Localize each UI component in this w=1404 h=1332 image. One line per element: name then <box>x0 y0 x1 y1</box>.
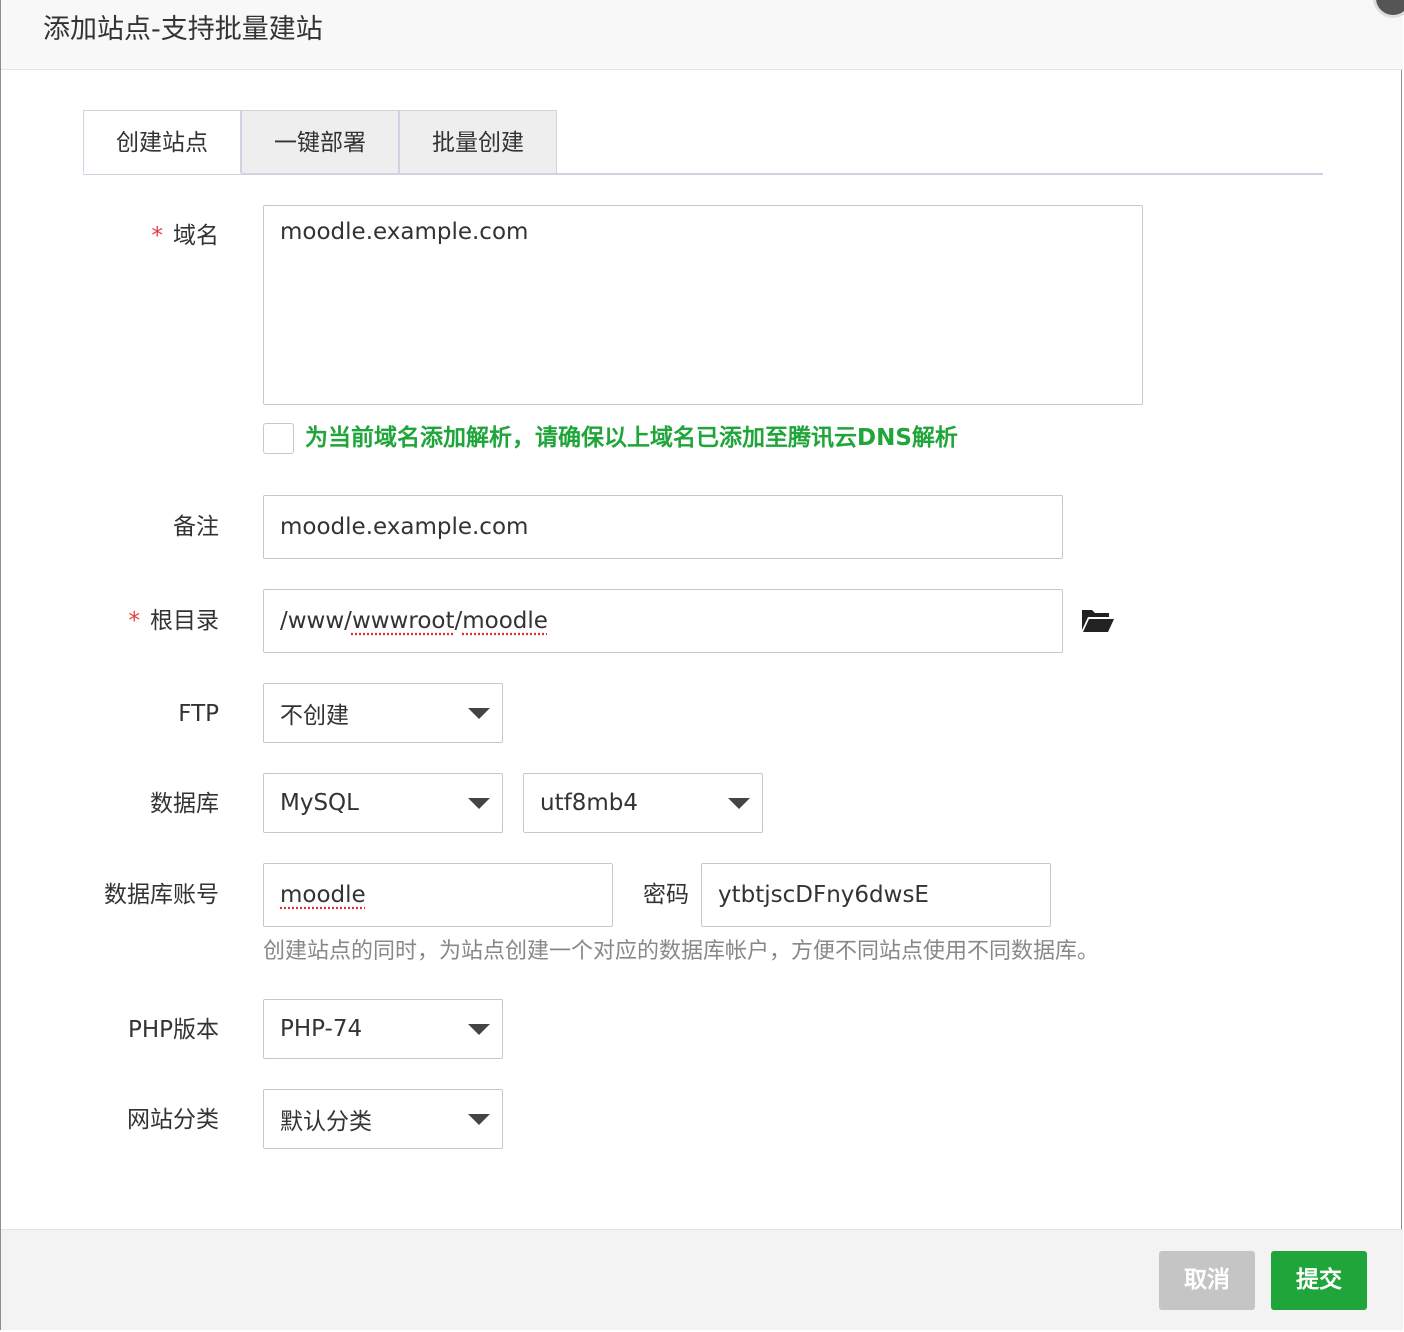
tab-one-click-deploy[interactable]: 一键部署 <box>241 110 399 174</box>
chevron-down-icon <box>468 1114 490 1125</box>
chevron-down-icon <box>468 798 490 809</box>
site-category-value: 默认分类 <box>280 1109 372 1135</box>
remark-label: 备注 <box>173 514 219 540</box>
required-mark: * <box>128 608 141 634</box>
root-dir-value-mid: wwwroot <box>351 608 455 634</box>
cancel-button[interactable]: 取消 <box>1159 1251 1255 1310</box>
db-password-value: ytbtjscDFny6dwsE <box>718 882 929 908</box>
add-site-dialog: 添加站点-支持批量建站 创建站点 一键部署 批量创建 * 域名 moodle.ex… <box>0 0 1404 1330</box>
dns-resolve-checkbox[interactable] <box>263 423 294 454</box>
root-dir-label: * 根目录 <box>129 606 220 636</box>
db-account-label: 数据库账号 <box>104 882 219 908</box>
db-account-input[interactable]: moodle <box>263 863 613 927</box>
database-charset-value: utf8mb4 <box>540 790 638 816</box>
ftp-select[interactable]: 不创建 <box>263 683 503 743</box>
root-dir-value-sep: / <box>454 608 463 634</box>
root-dir-value-end: moodle <box>462 608 548 634</box>
database-label: 数据库 <box>150 791 219 817</box>
domain-label: * 域名 <box>152 221 220 251</box>
remark-input[interactable]: moodle.example.com <box>263 495 1063 559</box>
site-category-select[interactable]: 默认分类 <box>263 1089 503 1149</box>
php-version-select[interactable]: PHP-74 <box>263 999 503 1059</box>
php-version-value: PHP-74 <box>280 1016 363 1042</box>
db-password-label: 密码 <box>643 882 689 908</box>
domain-label-text: 域名 <box>173 223 219 249</box>
database-type-value: MySQL <box>280 790 359 816</box>
database-type-select[interactable]: MySQL <box>263 773 503 833</box>
submit-button[interactable]: 提交 <box>1271 1251 1367 1310</box>
required-mark: * <box>151 223 164 249</box>
root-dir-value-prefix: /www/ <box>280 608 352 634</box>
site-category-label: 网站分类 <box>127 1107 219 1133</box>
domain-value: moodle.example.com <box>280 219 529 245</box>
dialog-title: 添加站点-支持批量建站 <box>43 14 323 45</box>
ftp-selected-value: 不创建 <box>280 703 349 729</box>
php-version-label: PHP版本 <box>127 1017 219 1043</box>
root-dir-label-text: 根目录 <box>150 608 219 634</box>
tab-create-site[interactable]: 创建站点 <box>83 110 241 174</box>
db-account-hint: 创建站点的同时，为站点创建一个对应的数据库帐户，方便不同站点使用不同数据库。 <box>263 939 1100 964</box>
chevron-down-icon <box>468 1024 490 1035</box>
dns-resolve-label: 为当前域名添加解析，请确保以上域名已添加至腾讯云DNS解析 <box>305 425 958 451</box>
chevron-down-icon <box>468 708 490 719</box>
db-account-value: moodle <box>280 882 366 908</box>
tab-batch-create[interactable]: 批量创建 <box>399 110 557 174</box>
ftp-label: FTP <box>178 701 219 727</box>
remark-value: moodle.example.com <box>280 514 529 540</box>
dialog-titlebar: 添加站点-支持批量建站 <box>1 0 1403 70</box>
database-charset-select[interactable]: utf8mb4 <box>523 773 763 833</box>
root-dir-input[interactable]: /www/wwwroot / moodle <box>263 589 1063 653</box>
domain-textarea[interactable]: moodle.example.com <box>263 205 1143 405</box>
chevron-down-icon <box>728 798 750 809</box>
folder-open-icon[interactable] <box>1081 606 1115 634</box>
db-password-input[interactable]: ytbtjscDFny6dwsE <box>701 863 1051 927</box>
